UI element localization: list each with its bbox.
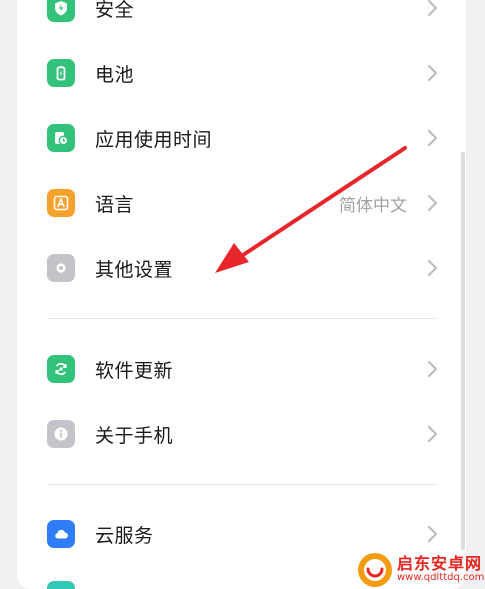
settings-item-label: 语言 [95,193,135,216]
next-item-icon-partial [47,581,75,589]
chevron-right-icon [427,425,438,443]
settings-item-battery[interactable]: 电池 [17,42,466,104]
chevron-right-icon [427,360,438,378]
cloud-icon [47,520,75,548]
watermark-url: www.qdlttdq.com [397,572,485,584]
chevron-right-icon [427,129,438,147]
watermark: 启东安卓网 www.qdlttdq.com [357,551,485,589]
settings-item-label: 关于手机 [95,424,174,447]
watermark-title: 启东安卓网 [397,554,483,574]
watermark-logo-icon [358,553,392,587]
chevron-right-icon [427,259,438,277]
settings-item-label: 云服务 [95,524,154,547]
other-settings-icon [47,254,75,282]
settings-item-label: 应用使用时间 [95,128,213,151]
chevron-right-icon [427,525,438,543]
settings-item-software-update[interactable]: 软件更新 [17,338,466,400]
settings-item-about-phone[interactable]: 关于手机 [17,403,466,465]
shield-icon [47,0,75,22]
software-update-icon [47,355,75,383]
app-usage-icon [47,124,75,152]
settings-item-label: 电池 [95,63,135,86]
section-divider [47,318,437,319]
settings-item-security[interactable]: 安全 [17,0,466,39]
section-divider [47,484,437,485]
settings-item-language[interactable]: 语言 简体中文 [17,172,466,234]
settings-item-label: 安全 [95,0,135,21]
chevron-right-icon [427,64,438,82]
settings-item-other-settings[interactable]: 其他设置 [17,237,466,299]
language-value: 简体中文 [339,195,407,216]
settings-item-label: 软件更新 [95,359,174,382]
settings-item-label: 其他设置 [95,258,174,281]
chevron-right-icon [427,194,438,212]
settings-item-app-usage[interactable]: 应用使用时间 [17,107,466,169]
battery-icon [47,59,75,87]
chevron-right-icon [427,0,438,17]
info-icon [47,420,75,448]
language-icon [47,189,75,217]
